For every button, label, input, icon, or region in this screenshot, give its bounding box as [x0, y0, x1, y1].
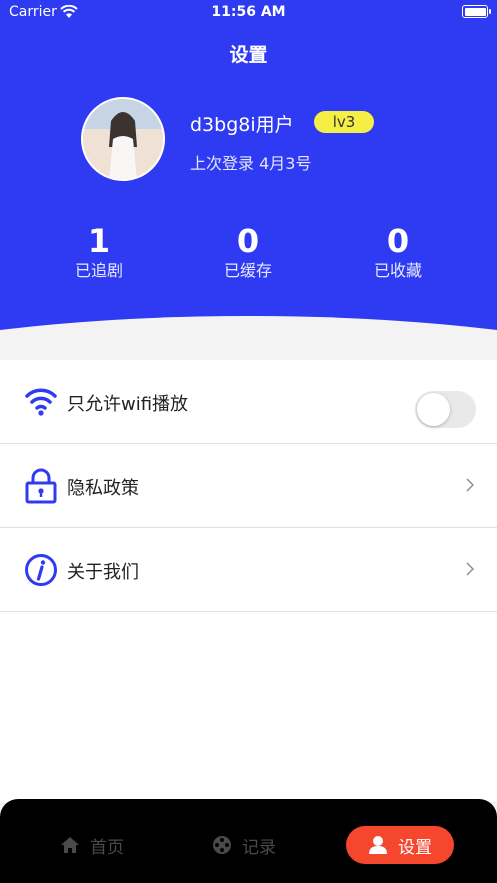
avatar-image — [83, 99, 163, 179]
info-icon — [25, 554, 57, 586]
about-label: 关于我们 — [67, 562, 139, 583]
tab-settings[interactable]: 设置 — [346, 826, 454, 864]
tab-home[interactable]: 首页 — [60, 826, 124, 864]
wifi-only-label: 只允许wifi播放 — [67, 394, 189, 415]
toggle-knob — [417, 393, 450, 426]
setting-privacy[interactable]: 隐私政策 — [0, 444, 497, 528]
content-blank-area — [0, 612, 497, 802]
level-badge: lv3 — [314, 111, 374, 133]
tab-record[interactable]: 记录 — [212, 826, 276, 864]
tab-home-label: 首页 — [90, 837, 124, 858]
stat-following[interactable]: 1 已追剧 — [49, 222, 149, 282]
avatar[interactable] — [81, 97, 165, 181]
stat-cached-value: 0 — [236, 222, 260, 260]
film-reel-icon — [213, 836, 231, 854]
stat-cached[interactable]: 0 已缓存 — [198, 222, 298, 282]
status-bar: Carrier 11:56 AM — [0, 0, 497, 26]
username: d3bg8i用户 — [190, 114, 294, 136]
chevron-right-icon — [466, 478, 474, 492]
header-curve — [0, 316, 497, 360]
stat-cached-label: 已缓存 — [223, 261, 272, 280]
settings-list: 只允许wifi播放 隐私政策 关于我们 — [0, 360, 497, 612]
clock: 11:56 AM — [211, 4, 286, 20]
tab-settings-label: 设置 — [398, 837, 432, 858]
lock-icon — [25, 468, 57, 504]
user-icon — [369, 836, 387, 854]
tab-record-label: 记录 — [242, 837, 276, 858]
wifi-only-toggle[interactable] — [415, 391, 476, 428]
stat-favorites-value: 0 — [386, 222, 410, 260]
setting-about[interactable]: 关于我们 — [0, 528, 497, 612]
stat-favorites[interactable]: 0 已收藏 — [348, 222, 448, 282]
stat-following-value: 1 — [87, 222, 111, 260]
stat-favorites-label: 已收藏 — [373, 261, 422, 280]
home-icon — [61, 837, 79, 853]
setting-wifi-only: 只允许wifi播放 — [0, 360, 497, 444]
page-title: 设置 — [229, 44, 268, 66]
last-login-text: 上次登录 4月3号 — [190, 154, 312, 173]
privacy-label: 隐私政策 — [67, 478, 139, 499]
battery-icon — [462, 5, 491, 18]
stat-following-label: 已追剧 — [74, 261, 123, 280]
wifi-icon — [25, 388, 57, 416]
chevron-right-icon — [466, 562, 474, 576]
